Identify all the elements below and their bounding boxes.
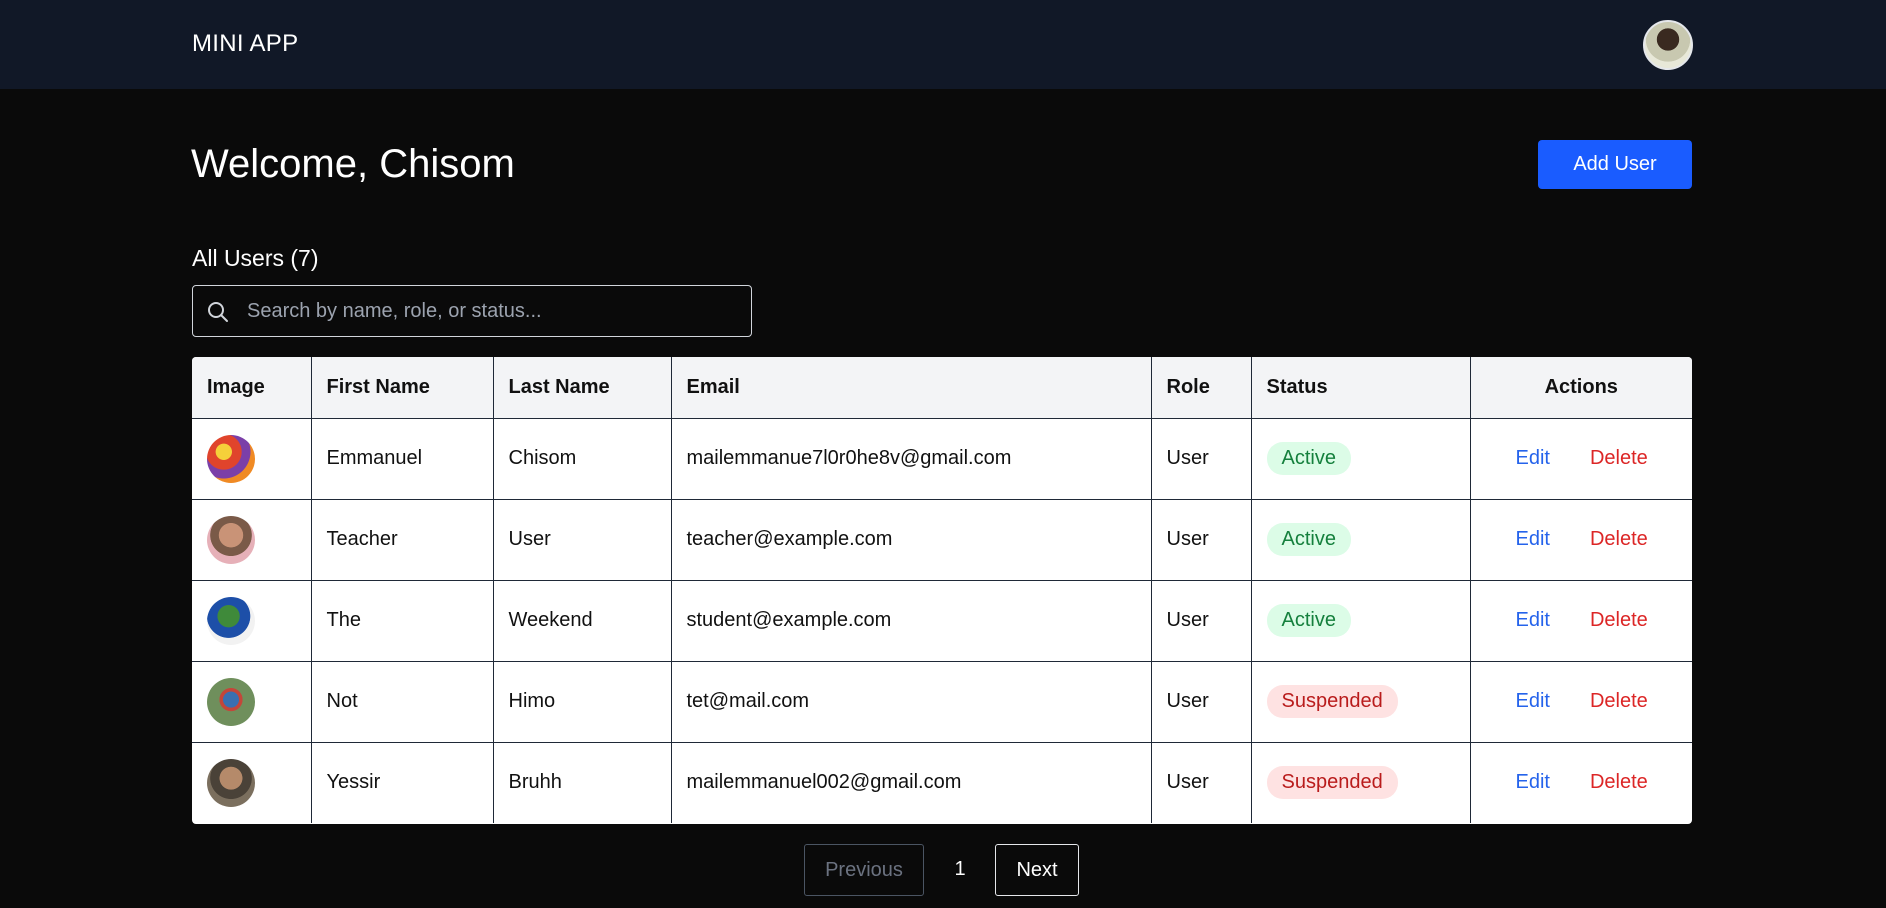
edit-button[interactable]: Edit bbox=[1516, 690, 1550, 712]
column-header-actions: Actions bbox=[1470, 357, 1692, 419]
users-count-title: All Users (7) bbox=[192, 245, 319, 271]
role-cell: User bbox=[1151, 499, 1252, 581]
page-title: Welcome, Chisom bbox=[191, 142, 515, 186]
last-name-cell: Bruhh bbox=[493, 742, 672, 823]
status-cell: Active bbox=[1251, 418, 1471, 500]
actions-cell: Edit Delete bbox=[1470, 661, 1692, 743]
role-cell: User bbox=[1151, 661, 1252, 743]
add-user-button[interactable]: Add User bbox=[1538, 140, 1692, 189]
user-avatar bbox=[207, 677, 255, 726]
search-input[interactable] bbox=[247, 286, 747, 336]
first-name-cell: Emmanuel bbox=[311, 418, 494, 500]
search-box bbox=[192, 285, 752, 337]
table-row: Yessir Bruhh mailemmanuel002@gmail.com U… bbox=[192, 742, 1692, 823]
email-cell: mailemmanuel002@gmail.com bbox=[671, 742, 1152, 823]
next-page-button[interactable]: Next bbox=[995, 844, 1079, 896]
role-cell: User bbox=[1151, 418, 1252, 500]
status-cell: Suspended bbox=[1251, 742, 1471, 823]
table-row: Teacher User teacher@example.com User Ac… bbox=[192, 499, 1692, 581]
status-badge: Suspended bbox=[1266, 685, 1398, 718]
delete-button[interactable]: Delete bbox=[1590, 609, 1648, 631]
delete-button[interactable]: Delete bbox=[1590, 528, 1648, 550]
last-name-cell: User bbox=[493, 499, 672, 581]
current-page-number: 1 bbox=[954, 858, 966, 880]
role-cell: User bbox=[1151, 742, 1252, 823]
first-name-cell: Not bbox=[311, 661, 494, 743]
top-navbar: MINI APP bbox=[0, 0, 1886, 89]
column-header-image: Image bbox=[192, 357, 312, 419]
status-badge: Suspended bbox=[1266, 766, 1398, 800]
users-table: Image First Name Last Name Email Role St… bbox=[192, 357, 1692, 824]
last-name-cell: Himo bbox=[493, 661, 672, 743]
search-icon bbox=[208, 302, 228, 322]
column-header-status: Status bbox=[1251, 357, 1471, 419]
profile-avatar[interactable] bbox=[1643, 20, 1693, 70]
status-cell: Active bbox=[1251, 499, 1471, 581]
delete-button[interactable]: Delete bbox=[1590, 771, 1648, 793]
table-header-row: Image First Name Last Name Email Role St… bbox=[192, 357, 1692, 419]
status-badge: Active bbox=[1266, 442, 1351, 475]
app-brand[interactable]: MINI APP bbox=[192, 30, 298, 58]
email-cell: teacher@example.com bbox=[671, 499, 1152, 581]
column-header-first-name: First Name bbox=[311, 357, 494, 419]
user-avatar bbox=[207, 515, 255, 564]
edit-button[interactable]: Edit bbox=[1516, 771, 1550, 793]
column-header-role: Role bbox=[1151, 357, 1252, 419]
user-avatar bbox=[207, 758, 255, 807]
image-cell bbox=[192, 580, 312, 662]
image-cell bbox=[192, 742, 312, 823]
previous-page-button[interactable]: Previous bbox=[804, 844, 924, 896]
first-name-cell: The bbox=[311, 580, 494, 662]
status-badge: Active bbox=[1266, 523, 1351, 556]
email-cell: tet@mail.com bbox=[671, 661, 1152, 743]
actions-cell: Edit Delete bbox=[1470, 742, 1692, 823]
status-cell: Active bbox=[1251, 580, 1471, 662]
column-header-last-name: Last Name bbox=[493, 357, 672, 419]
status-badge: Active bbox=[1266, 604, 1351, 637]
column-header-email: Email bbox=[671, 357, 1152, 419]
edit-button[interactable]: Edit bbox=[1516, 528, 1550, 550]
delete-button[interactable]: Delete bbox=[1590, 447, 1648, 469]
user-avatar bbox=[207, 434, 255, 483]
actions-cell: Edit Delete bbox=[1470, 580, 1692, 662]
first-name-cell: Yessir bbox=[311, 742, 494, 823]
image-cell bbox=[192, 499, 312, 581]
last-name-cell: Chisom bbox=[493, 418, 672, 500]
actions-cell: Edit Delete bbox=[1470, 499, 1692, 581]
status-cell: Suspended bbox=[1251, 661, 1471, 743]
email-cell: student@example.com bbox=[671, 580, 1152, 662]
user-avatar bbox=[207, 596, 255, 645]
first-name-cell: Teacher bbox=[311, 499, 494, 581]
image-cell bbox=[192, 661, 312, 743]
edit-button[interactable]: Edit bbox=[1516, 447, 1550, 469]
email-cell: mailemmanue7l0r0he8v@gmail.com bbox=[671, 418, 1152, 500]
table-row: Not Himo tet@mail.com User Suspended Edi… bbox=[192, 661, 1692, 743]
role-cell: User bbox=[1151, 580, 1252, 662]
image-cell bbox=[192, 418, 312, 500]
last-name-cell: Weekend bbox=[493, 580, 672, 662]
edit-button[interactable]: Edit bbox=[1516, 609, 1550, 631]
actions-cell: Edit Delete bbox=[1470, 418, 1692, 500]
table-row: Emmanuel Chisom mailemmanue7l0r0he8v@gma… bbox=[192, 418, 1692, 500]
table-row: The Weekend student@example.com User Act… bbox=[192, 580, 1692, 662]
delete-button[interactable]: Delete bbox=[1590, 690, 1648, 712]
